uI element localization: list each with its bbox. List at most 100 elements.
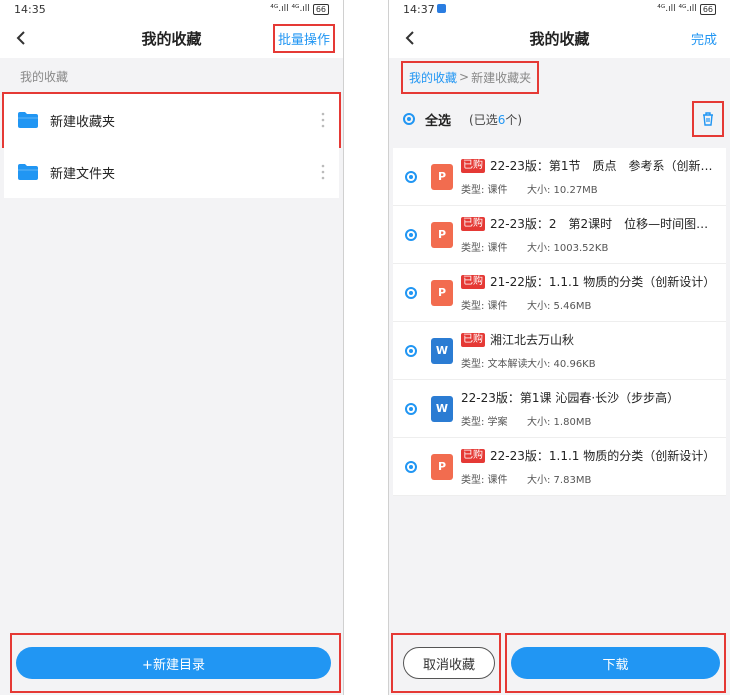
folder-label: 新建收藏夹 [50,114,116,130]
folder-row-new-folder[interactable]: 新建文件夹 [4,146,339,198]
signal-icon: ⁴ᴳ.ıll ⁴ᴳ.ıll [657,4,697,14]
file-select-radio[interactable] [405,228,417,241]
bottom-bar: +新建目录 [0,633,343,695]
more-vertical-icon[interactable] [321,164,325,180]
bottom-bar: 取消收藏 下载 [389,633,730,695]
ppt-file-icon: P [431,221,453,248]
file-title: 21-22版：1.1.1 物质的分类（创新设计） [490,275,716,289]
file-title-line: 已购 22-23版：第1节 质点 参考系（创新设… [461,157,726,174]
file-title-line: 已购 21-22版：1.1.1 物质的分类（创新设计） [461,273,726,290]
download-button[interactable]: 下载 [511,647,720,679]
file-row[interactable]: P 已购 22-23版：2 第2课时 位移—时间图像 … 类型: 课件 大小: 10… [393,206,726,264]
status-icons: ⁴ᴳ.ıll ⁴ᴳ.ıll 66 [657,3,716,15]
file-info: 已购 22-23版：1.1.1 物质的分类（创新设计） 类型: 课件 大小: 7.8… [461,447,726,486]
file-select-radio[interactable] [405,170,417,183]
ppt-file-icon: P [431,163,453,190]
file-title: 湘江北去万山秋 [490,333,575,347]
page-title: 我的收藏 [529,29,590,48]
status-icons: ⁴ᴳ.ıll ⁴ᴳ.ıll 66 [270,3,329,15]
batch-operation-button[interactable]: 批量操作 [272,24,336,53]
file-row[interactable]: P 已购 22-23版：1.1.1 物质的分类（创新设计） 类型: 课件 大小: 7… [393,438,726,496]
delete-button[interactable] [692,101,724,137]
folder-list: 新建收藏夹 新建文件夹 [2,92,341,198]
status-time: 14:35 [14,2,46,16]
status-bar: 14:35 ⁴ᴳ.ıll ⁴ᴳ.ıll 66 [0,0,343,18]
selected-count-suffix: 个) [505,112,523,127]
file-info: 已购 22-23版：第1节 质点 参考系（创新设… 类型: 课件 大小: 10.27… [461,157,726,196]
breadcrumb: 我的收藏 > 新建收藏夹 [389,58,730,96]
file-size: 大小: 10.27MB [527,185,598,196]
file-select-radio[interactable] [405,460,417,473]
file-info: 已购 湘江北去万山秋 类型: 文本解读 大小: 40.96KB [461,331,726,370]
select-all-radio[interactable] [403,113,415,125]
word-file-icon: W [431,395,453,422]
selected-count: (已选6个) [469,111,522,128]
purchased-badge: 已购 [461,448,485,463]
file-title: 22-23版：1.1.1 物质的分类（创新设计） [490,449,716,463]
file-meta: 类型: 课件 大小: 7.83MB [461,471,726,486]
back-arrow-icon[interactable] [401,28,421,48]
file-type: 类型: 课件 [461,243,508,254]
status-time: 14:37 [403,3,446,16]
file-info: 22-23版：第1课 沁园春·长沙（步步高） 类型: 学案 大小: 1.80MB [461,389,726,428]
file-title: 22-23版：第1课 沁园春·长沙（步步高） [461,391,680,405]
trash-icon [703,112,713,126]
select-all-label[interactable]: 全选 [425,110,451,129]
folder-row-new-favorites[interactable]: 新建收藏夹 [2,92,341,148]
status-bar: 14:37 ⁴ᴳ.ıll ⁴ᴳ.ıll 66 [389,0,730,18]
purchased-badge: 已购 [461,332,485,347]
cancel-favorite-button[interactable]: 取消收藏 [403,647,495,679]
select-all-row: 全选 (已选6个) [389,96,730,142]
file-type: 类型: 文本解读 [461,359,528,370]
purchased-badge: 已购 [461,274,485,289]
breadcrumb-separator: > [459,70,470,84]
section-label: 我的收藏 [0,58,343,94]
purchased-badge: 已购 [461,216,485,231]
file-row[interactable]: W 已购 湘江北去万山秋 类型: 文本解读 大小: 40.96KB [393,322,726,380]
purchased-badge: 已购 [461,158,485,173]
ppt-file-icon: P [431,453,453,480]
file-row[interactable]: P 已购 21-22版：1.1.1 物质的分类（创新设计） 类型: 课件 大小: 5… [393,264,726,322]
back-arrow-icon[interactable] [12,28,32,48]
file-meta: 类型: 课件 大小: 1003.52KB [461,239,726,254]
folder-label: 新建文件夹 [50,166,116,182]
file-type: 类型: 课件 [461,301,508,312]
file-size: 大小: 7.83MB [527,475,592,486]
app-notification-icon [436,3,446,13]
breadcrumb-current: 新建收藏夹 [471,70,532,85]
file-select-radio[interactable] [405,402,417,415]
file-title: 22-23版：第1节 质点 参考系（创新设… [490,159,725,173]
breadcrumb-root[interactable]: 我的收藏 [409,69,457,86]
file-size: 大小: 5.46MB [527,301,592,312]
file-size: 大小: 1003.52KB [527,243,609,254]
file-type: 类型: 课件 [461,475,508,486]
done-button[interactable]: 完成 [688,26,720,51]
new-directory-button[interactable]: +新建目录 [16,647,331,679]
status-time-text: 14:37 [403,2,435,16]
file-type: 类型: 学案 [461,417,508,428]
file-title-line: 已购 22-23版：1.1.1 物质的分类（创新设计） [461,447,726,464]
top-nav: 我的收藏 批量操作 [0,18,343,58]
file-list: P 已购 22-23版：第1节 质点 参考系（创新设… 类型: 课件 大小: 10.… [393,148,726,496]
more-vertical-icon[interactable] [321,112,325,128]
file-select-radio[interactable] [405,344,417,357]
file-row[interactable]: P 已购 22-23版：第1节 质点 参考系（创新设… 类型: 课件 大小: 10.… [393,148,726,206]
file-title-line: 已购 湘江北去万山秋 [461,331,726,348]
file-title: 22-23版：2 第2课时 位移—时间图像 … [490,217,726,231]
file-title-line: 已购 22-23版：2 第2课时 位移—时间图像 … [461,215,726,232]
file-info: 已购 21-22版：1.1.1 物质的分类（创新设计） 类型: 课件 大小: 5.4… [461,273,726,312]
folder-icon [18,164,38,180]
file-meta: 类型: 学案 大小: 1.80MB [461,413,726,428]
file-info: 已购 22-23版：2 第2课时 位移—时间图像 … 类型: 课件 大小: 1003… [461,215,726,254]
file-select-radio[interactable] [405,286,417,299]
ppt-file-icon: P [431,279,453,306]
file-row[interactable]: W 22-23版：第1课 沁园春·长沙（步步高） 类型: 学案 大小: 1.80M… [393,380,726,438]
file-title-line: 22-23版：第1课 沁园春·长沙（步步高） [461,389,726,406]
file-size: 大小: 40.96KB [527,359,596,370]
page-title: 我的收藏 [141,29,202,48]
word-file-icon: W [431,337,453,364]
file-meta: 类型: 文本解读 大小: 40.96KB [461,355,726,370]
file-meta: 类型: 课件 大小: 5.46MB [461,297,726,312]
left-screen: 14:35 ⁴ᴳ.ıll ⁴ᴳ.ıll 66 我的收藏 批量操作 我的收藏 新建… [0,0,344,695]
selected-count-prefix: (已选 [469,112,498,127]
